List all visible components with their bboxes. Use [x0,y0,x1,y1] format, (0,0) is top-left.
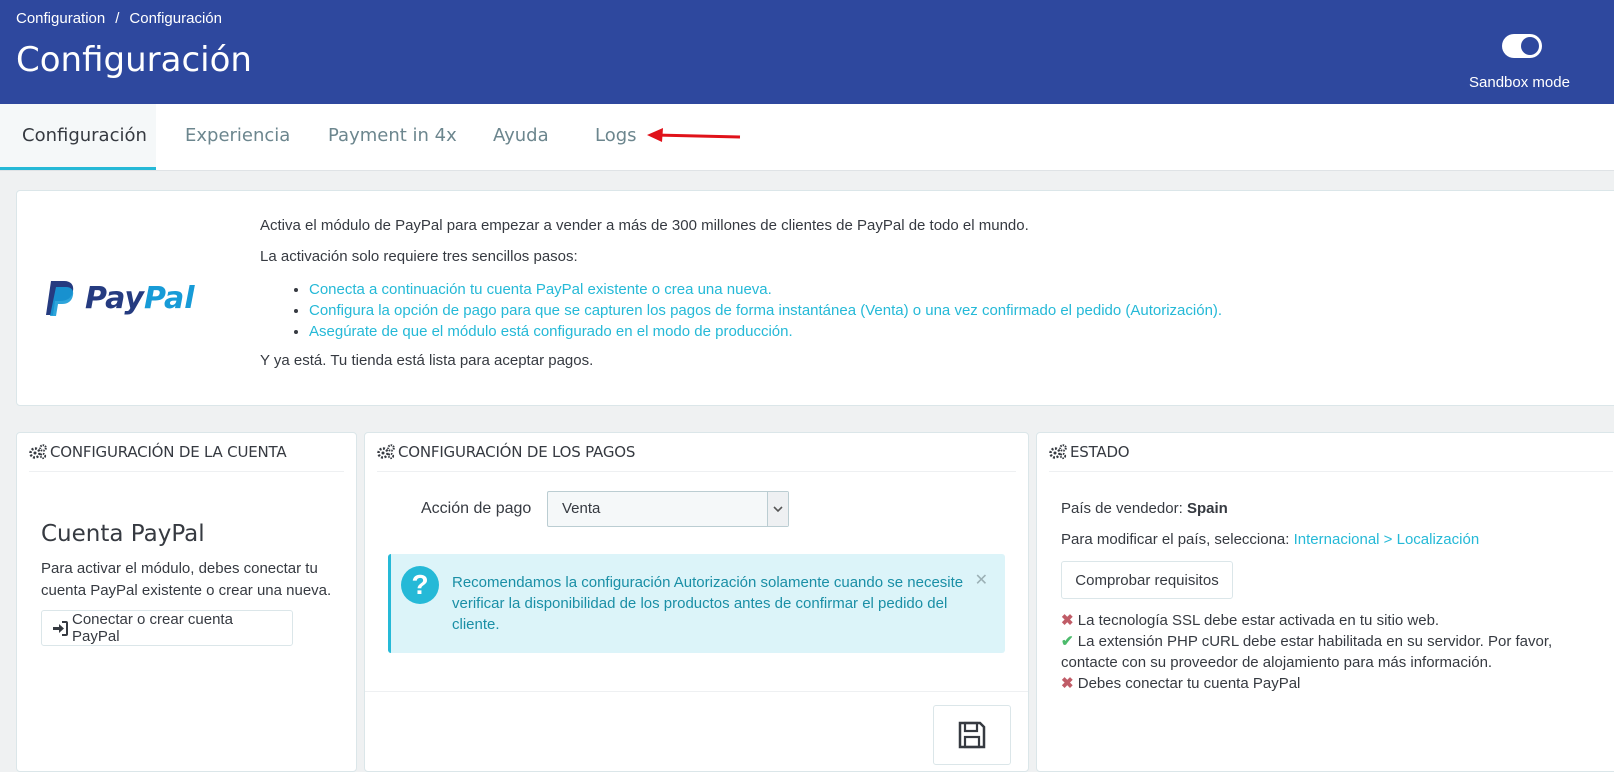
sign-in-icon [52,620,68,636]
intro-paragraph-3: Y ya está. Tu tienda está lista para ace… [260,352,594,369]
payment-action-value: Venta [562,500,601,517]
account-panel-header: CONFIGURACIÓN DE LA CUENTA [29,433,344,472]
status-panel: ESTADO País de vendedor: Spain Para modi… [1036,432,1614,772]
question-circle-icon: ? [401,566,439,604]
paypal-logo: PayPal [45,279,195,317]
tab-experiencia[interactable]: Experiencia [163,104,312,170]
alert-text: Recomendamos la configuración Autorizaci… [452,574,964,633]
gears-icon [1049,444,1067,460]
localization-link[interactable]: Internacional > Localización [1294,531,1480,548]
payment-action-select[interactable]: Venta [547,491,789,527]
page-header: Configuration / Configuración Configuració… [0,0,1614,104]
breadcrumb: Configuration / Configuración [16,10,222,27]
check-requirements-label: Comprobar requisitos [1075,571,1219,589]
page-title: Configuración [16,40,252,80]
step-link-2[interactable]: Configura la opción de pago para que se … [309,300,1222,321]
requirement-ssl: ✖ La tecnología SSL debe estar activada … [1061,612,1440,629]
account-description: Para activar el módulo, debes conectar t… [41,560,332,599]
account-panel-title: CONFIGURACIÓN DE LA CUENTA [50,443,287,461]
breadcrumb-parent[interactable]: Configuration [16,10,105,27]
intro-paragraph-1: Activa el módulo de PayPal para empezar … [260,217,1029,234]
cross-icon: ✖ [1061,675,1074,692]
info-alert: ? Recomendamos la configuración Autoriza… [388,554,1005,653]
tab-configuracion[interactable]: Configuración [0,104,156,170]
gears-icon [29,444,47,460]
payments-panel-title: CONFIGURACIÓN DE LOS PAGOS [398,443,636,461]
gears-icon [377,444,395,460]
seller-country-value: Spain [1186,500,1228,517]
account-title: Cuenta PayPal [41,521,205,547]
intro-paragraph-2: La activación solo requiere tres sencill… [260,248,578,265]
requirement-curl: ✔ La extensión PHP cURL debe estar habil… [1061,633,1553,671]
cross-icon: ✖ [1061,612,1074,629]
requirement-paypal-account: ✖ Debes conectar tu cuenta PayPal [1061,675,1301,692]
breadcrumb-separator: / [115,10,120,27]
floppy-disk-icon [958,721,986,749]
tab-bar: Configuración Experiencia Payment in 4x … [0,104,1614,171]
intro-panel: PayPal Activa el módulo de PayPal para e… [16,190,1614,406]
toggle-knob [1521,37,1539,55]
payments-config-panel: CONFIGURACIÓN DE LOS PAGOS Acción de pag… [364,432,1029,772]
connect-paypal-button[interactable]: Conectar o crear cuenta PayPal [41,610,293,646]
close-icon[interactable]: ✕ [975,570,988,590]
panel-footer-divider [365,691,1028,692]
check-icon: ✔ [1061,633,1074,650]
sandbox-label: Sandbox mode [1469,74,1570,91]
step-link-1[interactable]: Conecta a continuación tu cuenta PayPal … [309,279,1222,300]
account-config-panel: CONFIGURACIÓN DE LA CUENTA Cuenta PayPal… [16,432,357,772]
payments-panel-header: CONFIGURACIÓN DE LOS PAGOS [377,433,1016,472]
connect-paypal-label: Conectar o crear cuenta PayPal [72,611,233,645]
modify-country: Para modificar el país, selecciona: Inte… [1061,531,1480,548]
steps-list: Conecta a continuación tu cuenta PayPal … [260,279,1222,342]
status-panel-title: ESTADO [1070,443,1130,461]
chevron-down-icon [767,492,788,526]
check-requirements-button[interactable]: Comprobar requisitos [1061,561,1233,599]
tab-ayuda[interactable]: Ayuda [471,104,571,170]
annotation-arrow [647,128,741,142]
tab-payment-in-4x[interactable]: Payment in 4x [306,104,479,170]
status-panel-header: ESTADO [1049,433,1613,472]
breadcrumb-current: Configuración [129,10,222,27]
sandbox-toggle[interactable] [1502,34,1542,58]
payment-action-label: Acción de pago [421,500,532,517]
paypal-wordmark: PayPal [85,280,195,316]
save-button[interactable] [933,705,1011,765]
paypal-p-icon [46,281,74,316]
step-link-3[interactable]: Asegúrate de que el módulo está configur… [309,321,1222,342]
seller-country: País de vendedor: Spain [1061,500,1228,517]
